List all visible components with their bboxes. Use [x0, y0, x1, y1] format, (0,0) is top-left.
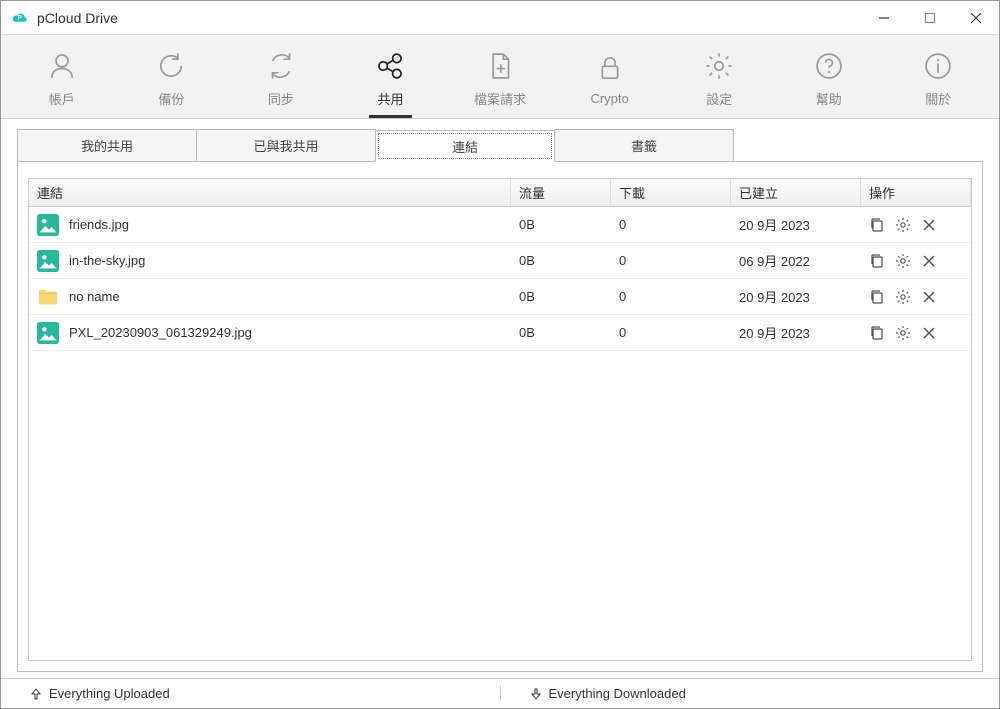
subtab-my-shares[interactable]: 我的共用	[17, 129, 197, 161]
window-title: pCloud Drive	[37, 10, 118, 26]
crypto-icon	[591, 49, 629, 87]
cell-traffic: 0B	[511, 279, 611, 314]
toolbar-account[interactable]: 帳戶	[7, 35, 117, 118]
file-request-icon	[481, 47, 519, 85]
cell-created: 06 9月 2022	[731, 243, 861, 278]
delete-link-icon[interactable]	[921, 289, 937, 305]
sync-icon	[262, 47, 300, 85]
link-settings-icon[interactable]	[895, 289, 911, 305]
app-icon: P	[11, 9, 29, 27]
column-header-name[interactable]: 連結	[29, 179, 511, 206]
title-bar: P pCloud Drive	[1, 1, 999, 35]
help-icon	[810, 47, 848, 85]
status-download-text: Everything Downloaded	[549, 686, 686, 701]
about-icon	[919, 47, 957, 85]
file-name: friends.jpg	[69, 217, 129, 232]
copy-link-icon[interactable]	[869, 289, 885, 305]
file-name: no name	[69, 289, 120, 304]
share-icon	[371, 47, 409, 85]
close-button[interactable]	[953, 1, 999, 35]
cell-traffic: 0B	[511, 207, 611, 242]
main-toolbar: 帳戶 備份 同步 共用 檔案請求 Crypto 設定	[1, 35, 999, 119]
column-header-created[interactable]: 已建立	[731, 179, 861, 206]
backup-icon	[152, 47, 190, 85]
image-icon	[37, 214, 59, 236]
copy-link-icon[interactable]	[869, 253, 885, 269]
delete-link-icon[interactable]	[921, 217, 937, 233]
link-settings-icon[interactable]	[895, 325, 911, 341]
table-row[interactable]: in-the-sky.jpg 0B006 9月 2022	[29, 243, 971, 279]
toolbar-crypto[interactable]: Crypto	[555, 35, 665, 118]
cell-created: 20 9月 2023	[731, 279, 861, 314]
links-table: 連結 流量 下載 已建立 操作 friends.jpg0B020 9月 2023…	[28, 178, 972, 661]
content-panel: 連結 流量 下載 已建立 操作 friends.jpg0B020 9月 2023…	[17, 162, 983, 672]
subtab-shared-with-me[interactable]: 已與我共用	[196, 129, 376, 161]
share-subtabs: 我的共用 已與我共用 連結 書籤	[17, 129, 983, 162]
account-icon	[43, 47, 81, 85]
cell-traffic: 0B	[511, 315, 611, 350]
image-icon	[37, 250, 59, 272]
column-header-traffic[interactable]: 流量	[511, 179, 611, 206]
upload-arrow-icon	[31, 688, 41, 700]
folder-icon	[37, 286, 59, 308]
toolbar-about[interactable]: 關於	[884, 35, 994, 118]
delete-link-icon[interactable]	[921, 253, 937, 269]
delete-link-icon[interactable]	[921, 325, 937, 341]
link-settings-icon[interactable]	[895, 217, 911, 233]
cell-downloads: 0	[611, 279, 731, 314]
cell-traffic: 0B	[511, 243, 611, 278]
column-header-actions[interactable]: 操作	[861, 179, 971, 206]
settings-icon	[700, 47, 738, 85]
toolbar-settings[interactable]: 設定	[664, 35, 774, 118]
file-name: PXL_20230903_061329249.jpg	[69, 325, 252, 340]
table-row[interactable]: PXL_20230903_061329249.jpg 0B020 9月 2023	[29, 315, 971, 351]
toolbar-help[interactable]: 幫助	[774, 35, 884, 118]
status-upload: Everything Uploaded	[1, 686, 501, 701]
file-name: in-the-sky.jpg	[69, 253, 145, 268]
toolbar-backup[interactable]: 備份	[117, 35, 227, 118]
status-download: Everything Downloaded	[501, 686, 1000, 701]
table-row[interactable]: no name 0B020 9月 2023	[29, 279, 971, 315]
toolbar-share[interactable]: 共用	[336, 35, 446, 118]
image-icon	[37, 322, 59, 344]
cell-created: 20 9月 2023	[731, 315, 861, 350]
toolbar-file-request[interactable]: 檔案請求	[445, 35, 555, 118]
table-row[interactable]: friends.jpg 0B020 9月 2023	[29, 207, 971, 243]
svg-text:P: P	[18, 15, 22, 21]
table-header: 連結 流量 下載 已建立 操作	[29, 179, 971, 207]
download-arrow-icon	[531, 688, 541, 700]
cell-downloads: 0	[611, 315, 731, 350]
cell-downloads: 0	[611, 207, 731, 242]
link-settings-icon[interactable]	[895, 253, 911, 269]
maximize-button[interactable]	[907, 1, 953, 35]
copy-link-icon[interactable]	[869, 325, 885, 341]
column-header-downloads[interactable]: 下載	[611, 179, 731, 206]
subtab-bookmarks[interactable]: 書籤	[554, 129, 734, 161]
subtab-links[interactable]: 連結	[375, 130, 555, 162]
minimize-button[interactable]	[861, 1, 907, 35]
toolbar-sync[interactable]: 同步	[226, 35, 336, 118]
status-bar: Everything Uploaded Everything Downloade…	[1, 678, 999, 708]
cell-downloads: 0	[611, 243, 731, 278]
cell-created: 20 9月 2023	[731, 207, 861, 242]
copy-link-icon[interactable]	[869, 217, 885, 233]
status-upload-text: Everything Uploaded	[49, 686, 170, 701]
